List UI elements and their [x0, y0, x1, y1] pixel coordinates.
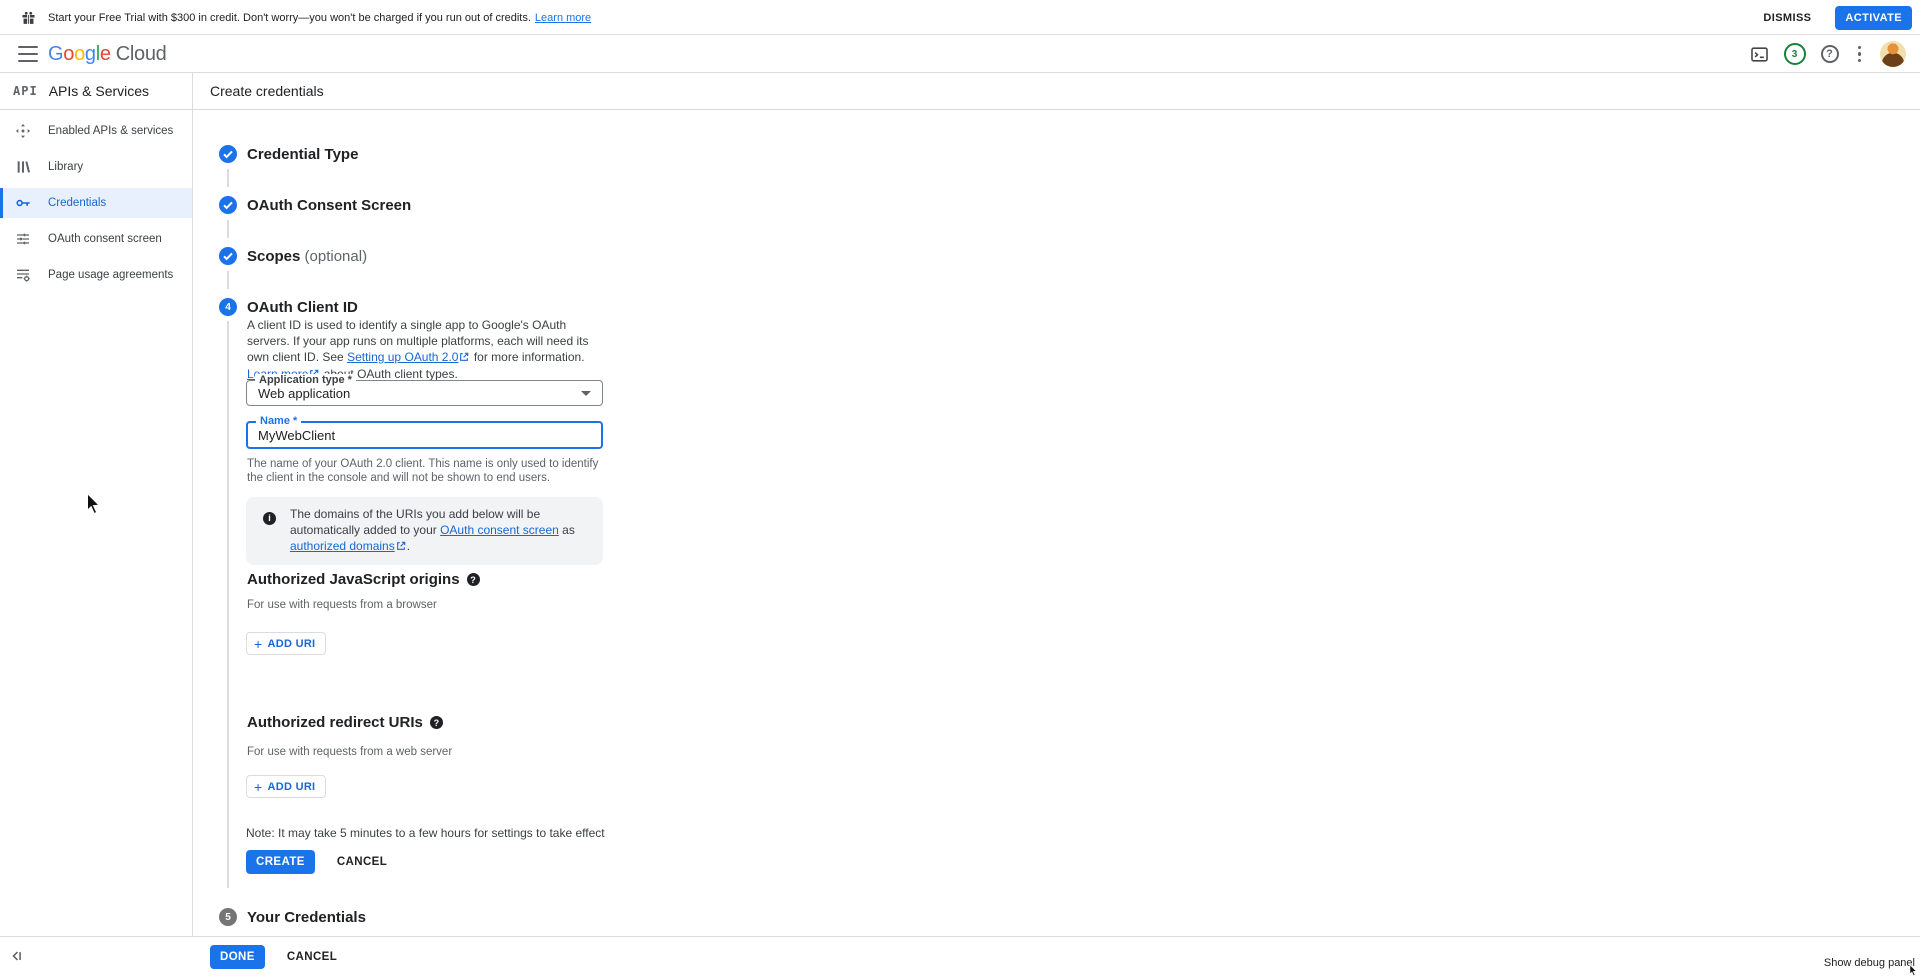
dismiss-button[interactable]: DISMISS — [1755, 8, 1819, 28]
domains-info-text: The domains of the URIs you add below wi… — [290, 507, 575, 553]
authorized-domains-link[interactable]: authorized domains — [290, 539, 395, 553]
help-icon[interactable]: ? — [1821, 45, 1839, 63]
step-connector — [227, 271, 229, 289]
redirect-uris-subtext: For use with requests from a web server — [247, 746, 452, 758]
logo-google-wordmark: Google — [48, 43, 111, 66]
create-button[interactable]: CREATE — [246, 850, 315, 874]
avatar[interactable] — [1880, 41, 1906, 67]
sidebar-item-enabled-apis[interactable]: Enabled APIs & services — [0, 116, 192, 146]
help-tooltip-icon[interactable]: ? — [430, 716, 443, 729]
footer-cancel-button[interactable]: CANCEL — [283, 945, 341, 969]
api-logo-icon: API — [13, 84, 38, 98]
sidebar-item-label: Library — [48, 161, 83, 173]
enabled-apis-icon — [14, 123, 32, 139]
step-check-icon — [219, 145, 237, 163]
info-icon: i — [263, 512, 276, 525]
cancel-button[interactable]: CANCEL — [333, 850, 391, 874]
step-oauth-client-id: 4 OAuth Client ID — [219, 298, 358, 316]
redirect-uris-add-uri-button[interactable]: + ADD URI — [246, 775, 326, 798]
notification-count: 3 — [1784, 43, 1806, 65]
step-number-5: 5 — [219, 908, 237, 926]
page-title: Create credentials — [210, 83, 324, 99]
sidebar-item-label: OAuth consent screen — [48, 233, 162, 245]
tune-icon — [14, 231, 32, 247]
setting-up-oauth-link[interactable]: Setting up OAuth 2.0 — [347, 350, 458, 364]
trial-message: Start your Free Trial with $300 in credi… — [48, 0, 591, 35]
step-connector — [227, 321, 229, 888]
google-cloud-console: Start your Free Trial with $300 in credi… — [0, 0, 1920, 978]
sidebar-item-oauth-consent[interactable]: OAuth consent screen — [0, 224, 192, 254]
client-name-helper: The name of your OAuth 2.0 client. This … — [247, 457, 599, 486]
free-trial-banner: Start your Free Trial with $300 in credi… — [0, 0, 1920, 35]
sidebar-item-label: Page usage agreements — [48, 269, 173, 281]
agreements-icon — [14, 267, 32, 283]
done-button[interactable]: DONE — [210, 945, 265, 969]
step-check-icon — [219, 247, 237, 265]
plus-icon: + — [254, 779, 262, 795]
menu-icon[interactable] — [18, 46, 38, 62]
js-origins-add-uri-button[interactable]: + ADD URI — [246, 632, 326, 655]
settings-note: Note: It may take 5 minutes to a few hou… — [246, 826, 605, 840]
step-credential-type: Credential Type — [219, 145, 358, 163]
oauth-consent-screen-link[interactable]: OAuth consent screen — [440, 523, 559, 537]
footer-bar: DONE CANCEL Show debug panel — [0, 936, 1920, 978]
banner-actions: DISMISS ACTIVATE — [1755, 0, 1912, 35]
page-title-bar: Create credentials — [193, 73, 1920, 110]
js-origins-heading: Authorized JavaScript origins ? — [247, 571, 480, 588]
chevron-down-icon — [581, 391, 591, 396]
activate-button[interactable]: ACTIVATE — [1835, 6, 1912, 30]
key-icon — [14, 195, 32, 211]
more-options-icon[interactable] — [1854, 46, 1866, 63]
collapse-panel-icon[interactable] — [10, 949, 24, 966]
step-check-icon — [219, 196, 237, 214]
application-type-select[interactable]: Application type * Web application — [246, 380, 603, 406]
application-type-value: Web application — [258, 386, 350, 401]
step-your-credentials: 5 Your Credentials — [219, 908, 366, 926]
sidebar-item-label: Enabled APIs & services — [48, 125, 173, 137]
plus-icon: + — [254, 636, 262, 652]
step-oauth-consent: OAuth Consent Screen — [219, 196, 411, 214]
library-icon — [14, 159, 32, 175]
google-cloud-logo: Google Cloud — [48, 43, 167, 66]
sidebar-title: APIs & Services — [49, 83, 149, 99]
step-scopes: Scopes (optional) — [219, 247, 367, 265]
domains-info-box: i The domains of the URIs you add below … — [246, 497, 603, 565]
logo-cloud-text: Cloud — [116, 43, 167, 66]
client-name-field: Name * — [246, 421, 603, 449]
notifications-badge[interactable]: 3 — [1784, 43, 1806, 65]
js-origins-subtext: For use with requests from a browser — [247, 599, 437, 611]
footer-actions: DONE CANCEL — [210, 945, 341, 969]
step-connector — [227, 220, 229, 238]
sidebar-item-label: Credentials — [48, 197, 106, 209]
redirect-uris-heading: Authorized redirect URIs ? — [247, 714, 443, 731]
sidebar: API APIs & Services Enabled APIs & servi… — [0, 73, 193, 936]
sidebar-item-page-usage[interactable]: Page usage agreements — [0, 260, 192, 290]
gift-icon — [20, 9, 37, 31]
show-debug-panel-link[interactable]: Show debug panel — [1824, 957, 1915, 969]
create-actions: CREATE CANCEL — [246, 850, 391, 874]
external-link-icon — [396, 540, 406, 554]
sidebar-item-library[interactable]: Library — [0, 152, 192, 182]
app-bar: Google Cloud MyOAuthProjectForStoreBuild… — [0, 35, 1920, 73]
learn-more-link[interactable]: Learn more — [535, 12, 591, 24]
trial-message-text: Start your Free Trial with $300 in credi… — [48, 12, 531, 24]
step-connector — [227, 169, 229, 187]
step-number-4: 4 — [219, 298, 237, 316]
cloud-shell-icon[interactable] — [1750, 45, 1769, 64]
sidebar-header: API APIs & Services — [0, 73, 192, 110]
sidebar-item-credentials[interactable]: Credentials — [0, 188, 192, 218]
external-link-icon — [459, 351, 469, 365]
appbar-icons: 3 ? — [1750, 35, 1907, 73]
client-name-label: Name * — [256, 415, 301, 427]
application-type-label: Application type * — [255, 374, 356, 386]
help-tooltip-icon[interactable]: ? — [467, 573, 480, 586]
